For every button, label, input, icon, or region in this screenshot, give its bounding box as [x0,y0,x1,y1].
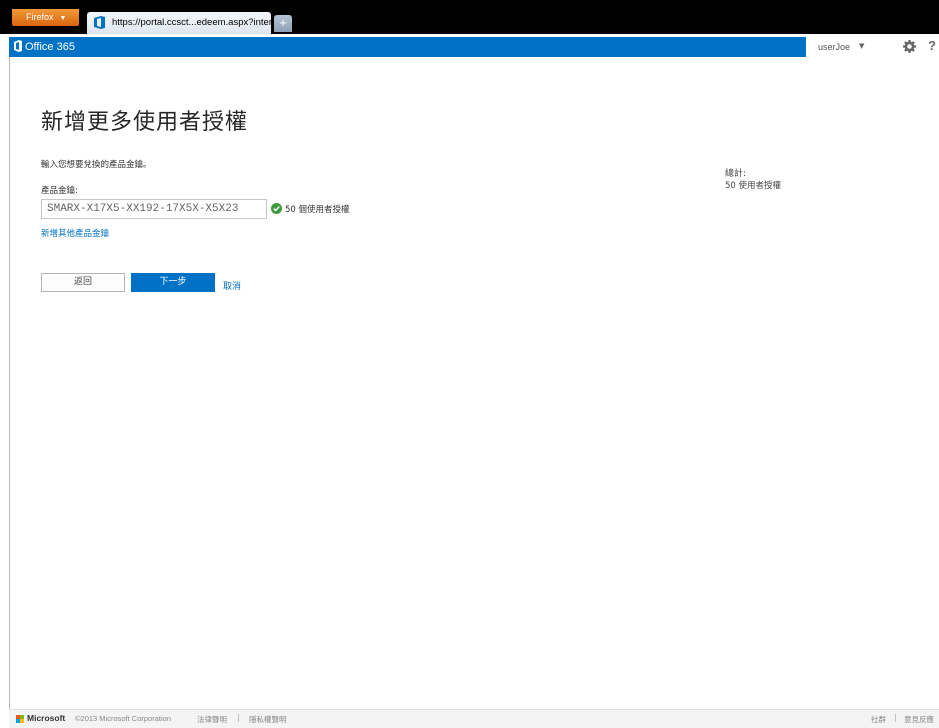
add-product-key-link[interactable]: 新增其他產品金鑰 [41,227,109,239]
microsoft-logo-icon [16,715,24,723]
browser-toolbar: Firefox ▼ https://portal.ccsct...edeem.as… [0,0,939,34]
community-link[interactable]: 社群 [871,714,886,725]
microsoft-brand: Microsoft [27,713,66,723]
new-tab-button[interactable]: + [274,15,292,32]
product-key-label: 產品金鑰: [41,186,78,196]
footer-separator: | [237,713,240,722]
help-icon[interactable]: ? [928,38,936,53]
office365-header: Office 365 [9,37,939,57]
office365-logo[interactable]: Office 365 [14,40,75,53]
office-logo-icon [14,40,22,52]
legal-link[interactable]: 法律聲明 [197,714,227,725]
frame-border [9,57,10,709]
page-title: 新增更多使用者授權 [41,110,249,135]
tab-title: https://portal.ccsct...edeem.aspx?intent… [112,17,271,28]
office-logo-icon [94,16,105,29]
chevron-down-icon[interactable]: ▼ [859,42,864,50]
check-circle-icon [271,203,282,214]
instruction-text: 輸入您想要兌換的產品金鑰。 [41,160,152,170]
key-validation-status: 50 個使用者授權 [271,203,350,215]
browser-tab[interactable]: https://portal.ccsct...edeem.aspx?intent… [87,12,271,34]
firefox-menu-button[interactable]: Firefox ▼ [12,9,79,26]
total-label: 總計: [725,169,747,179]
firefox-menu-label: Firefox [26,12,54,22]
product-key-input[interactable]: SMARX-X17X5-XX192-17X5X-X5X23 [41,199,267,219]
copyright-text: ©2013 Microsoft Corporation [75,714,171,723]
total-value: 50 使用者授權 [725,181,782,191]
feedback-link[interactable]: 意見反應 [904,714,934,725]
chevron-down-icon: ▼ [59,15,67,22]
footer-separator: | [894,713,897,722]
app-name: Office 365 [25,41,75,53]
cancel-link[interactable]: 取消 [223,279,241,292]
gear-icon[interactable] [903,40,916,53]
back-button[interactable]: 返回 [41,273,125,292]
user-menu[interactable]: userJoe [818,42,850,52]
validation-text: 50 個使用者授權 [285,205,350,215]
footer: Microsoft ©2013 Microsoft Corporation 法律… [9,709,939,728]
next-button[interactable]: 下一步 [131,273,215,292]
privacy-link[interactable]: 隱私權聲明 [249,714,287,725]
user-area: userJoe ▼ ? [806,37,939,57]
